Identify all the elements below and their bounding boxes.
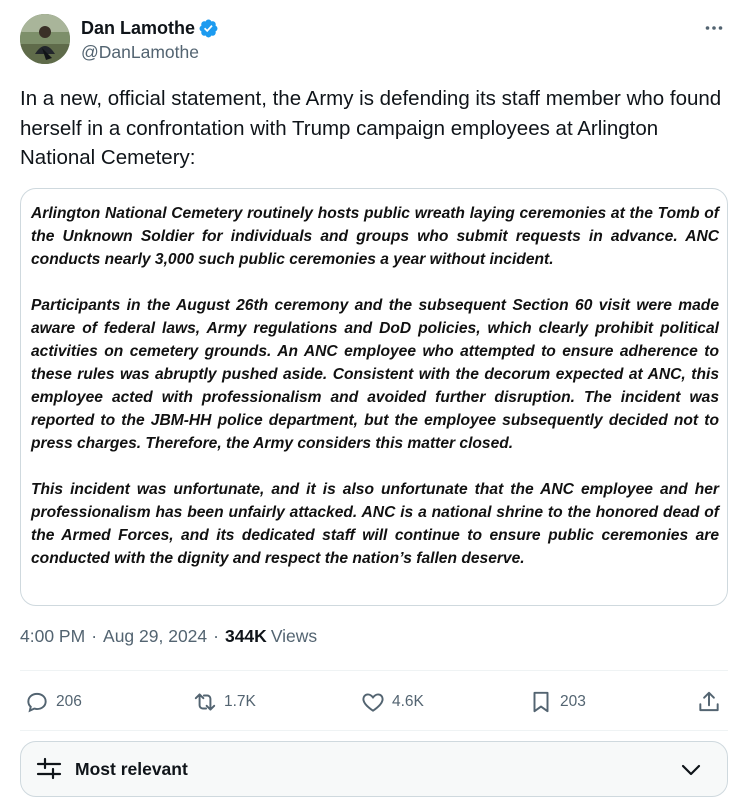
statement-paragraph: This incident was unfortunate, and it is…	[31, 481, 719, 567]
meta-separator: ·	[213, 626, 219, 646]
reply-icon	[27, 692, 47, 713]
bookmark-count: 203	[560, 693, 586, 710]
reply-button[interactable]: 206	[24, 684, 82, 720]
divider	[20, 730, 728, 731]
reply-count: 206	[56, 693, 82, 710]
views-count[interactable]: 344K	[225, 626, 267, 647]
tweet-date[interactable]: Aug 29, 2024	[103, 626, 207, 647]
views-label[interactable]: Views	[271, 626, 317, 647]
like-count: 4.6K	[392, 693, 424, 710]
sort-label: Most relevant	[75, 758, 188, 779]
chevron-down-icon[interactable]	[679, 758, 703, 782]
statement-paragraph: Participants in the August 26th ceremony…	[31, 297, 719, 452]
statement-image[interactable]: Arlington National Cemetery routinely ho…	[20, 188, 728, 606]
tweet-time[interactable]: 4:00 PM	[20, 626, 85, 647]
tweet-text: In a new, official statement, the Army i…	[20, 87, 722, 169]
sliders-icon	[36, 757, 62, 780]
divider	[20, 670, 728, 671]
avatar[interactable]	[20, 14, 70, 64]
more-horizontal-icon[interactable]	[702, 16, 726, 40]
bookmark-button[interactable]: 203	[528, 684, 586, 720]
replies-sort-dropdown[interactable]: Most relevant	[20, 741, 728, 797]
tweet-meta: 4:00 PM · Aug 29, 2024 · 344K Views	[20, 626, 317, 647]
action-bar: 206 1.7K 4.6K 203	[20, 684, 728, 720]
statement-text: Arlington National Cemetery routinely ho…	[31, 202, 719, 570]
like-button[interactable]: 4.6K	[360, 684, 424, 720]
statement-paragraph: Arlington National Cemetery routinely ho…	[31, 205, 719, 268]
repost-icon	[194, 693, 216, 711]
bookmark-icon	[533, 691, 549, 713]
display-name[interactable]: Dan Lamothe	[81, 18, 195, 39]
tweet-header: Dan Lamothe @DanLamothe	[20, 14, 728, 66]
repost-button[interactable]: 1.7K	[192, 684, 256, 720]
repost-count: 1.7K	[224, 693, 256, 710]
share-icon	[699, 691, 719, 712]
verified-badge-icon	[199, 19, 218, 37]
share-button[interactable]	[696, 684, 722, 720]
meta-separator: ·	[91, 626, 98, 646]
heart-icon	[362, 693, 384, 712]
handle[interactable]: @DanLamothe	[81, 42, 219, 63]
